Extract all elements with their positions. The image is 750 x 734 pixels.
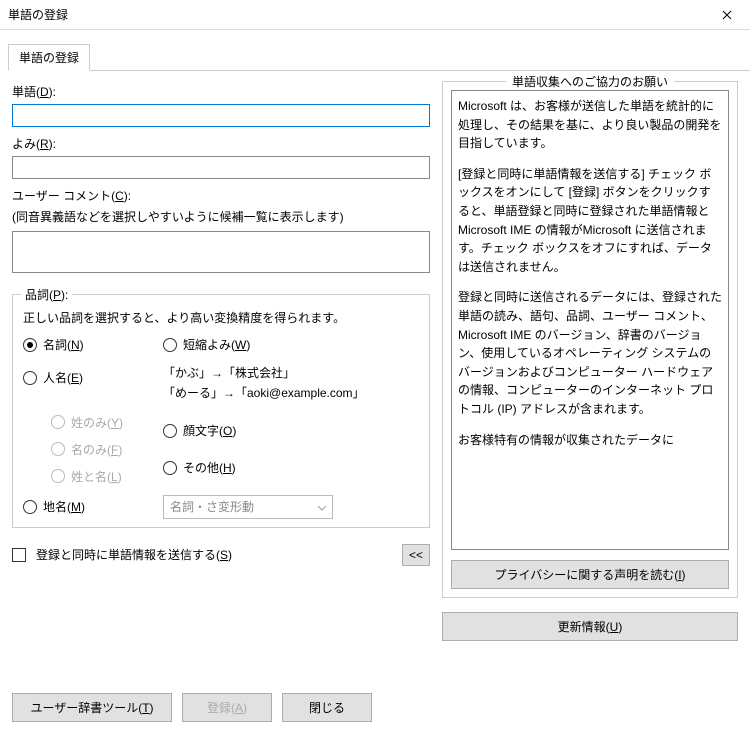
comment-label: ユーザー コメント(C):	[12, 187, 430, 204]
privacy-button[interactable]: プライバシーに関する声明を読む(I)	[451, 560, 729, 589]
short-examples: 「かぶ」→「株式会社」 「めーる」→「aoki@example.com」	[163, 363, 419, 404]
radio-sei: 姓のみ(Y)	[51, 414, 163, 431]
cooperation-group: 単語収集へのご協力のお願い Microsoft は、お客様が送信した単語を統計的…	[442, 81, 738, 598]
radio-icon	[23, 338, 37, 352]
comment-hint: (同音異義語などを選択しやすいように候補一覧に表示します)	[12, 208, 430, 225]
pos-legend: 品詞(P):	[21, 286, 72, 303]
comment-input[interactable]	[12, 231, 430, 273]
update-button[interactable]: 更新情報(U)	[442, 612, 738, 641]
reading-input[interactable]	[12, 156, 430, 179]
radio-icon	[51, 415, 65, 429]
close-button[interactable]: 閉じる	[282, 693, 372, 722]
radio-place[interactable]: 地名(M)	[23, 498, 163, 515]
pos-select: 名詞・さ変形動	[163, 495, 333, 519]
radio-icon	[23, 371, 37, 385]
radio-icon	[163, 424, 177, 438]
radio-person[interactable]: 人名(E)	[23, 369, 163, 386]
cooperation-legend: 単語収集へのご協力のお願い	[506, 73, 674, 90]
close-icon[interactable]	[704, 0, 750, 30]
register-button[interactable]: 登録(A)	[182, 693, 272, 722]
radio-noun[interactable]: 名詞(N)	[23, 336, 163, 353]
reading-label: よみ(R):	[12, 135, 430, 152]
radio-icon	[51, 469, 65, 483]
chevron-down-icon	[318, 500, 326, 514]
dict-tool-button[interactable]: ユーザー辞書ツール(T)	[12, 693, 172, 722]
radio-icon	[163, 338, 177, 352]
send-checkbox[interactable]	[12, 548, 26, 562]
radio-icon	[163, 461, 177, 475]
tab-strip: 単語の登録	[8, 44, 750, 71]
info-text[interactable]: Microsoft は、お客様が送信した単語を統計的に処理し、その結果を基に、よ…	[451, 90, 729, 550]
window-title: 単語の登録	[8, 6, 704, 23]
radio-both: 姓と名(L)	[51, 468, 163, 485]
radio-icon	[51, 442, 65, 456]
collapse-button[interactable]: <<	[402, 544, 430, 566]
radio-short[interactable]: 短縮よみ(W)	[163, 336, 419, 353]
radio-mei: 名のみ(F)	[51, 441, 163, 458]
word-input[interactable]	[12, 104, 430, 127]
button-bar: ユーザー辞書ツール(T) 登録(A) 閉じる	[0, 683, 750, 734]
tab-register[interactable]: 単語の登録	[8, 44, 90, 71]
radio-other[interactable]: その他(H)	[163, 459, 419, 476]
pos-desc: 正しい品詞を選択すると、より高い変換精度を得られます。	[23, 309, 419, 326]
titlebar: 単語の登録	[0, 0, 750, 30]
word-label: 単語(D):	[12, 83, 430, 100]
radio-icon	[23, 500, 37, 514]
radio-kao[interactable]: 顔文字(O)	[163, 422, 419, 439]
pos-group: 品詞(P): 正しい品詞を選択すると、より高い変換精度を得られます。 名詞(N)…	[12, 294, 430, 528]
send-label: 登録と同時に単語情報を送信する(S)	[36, 546, 232, 563]
